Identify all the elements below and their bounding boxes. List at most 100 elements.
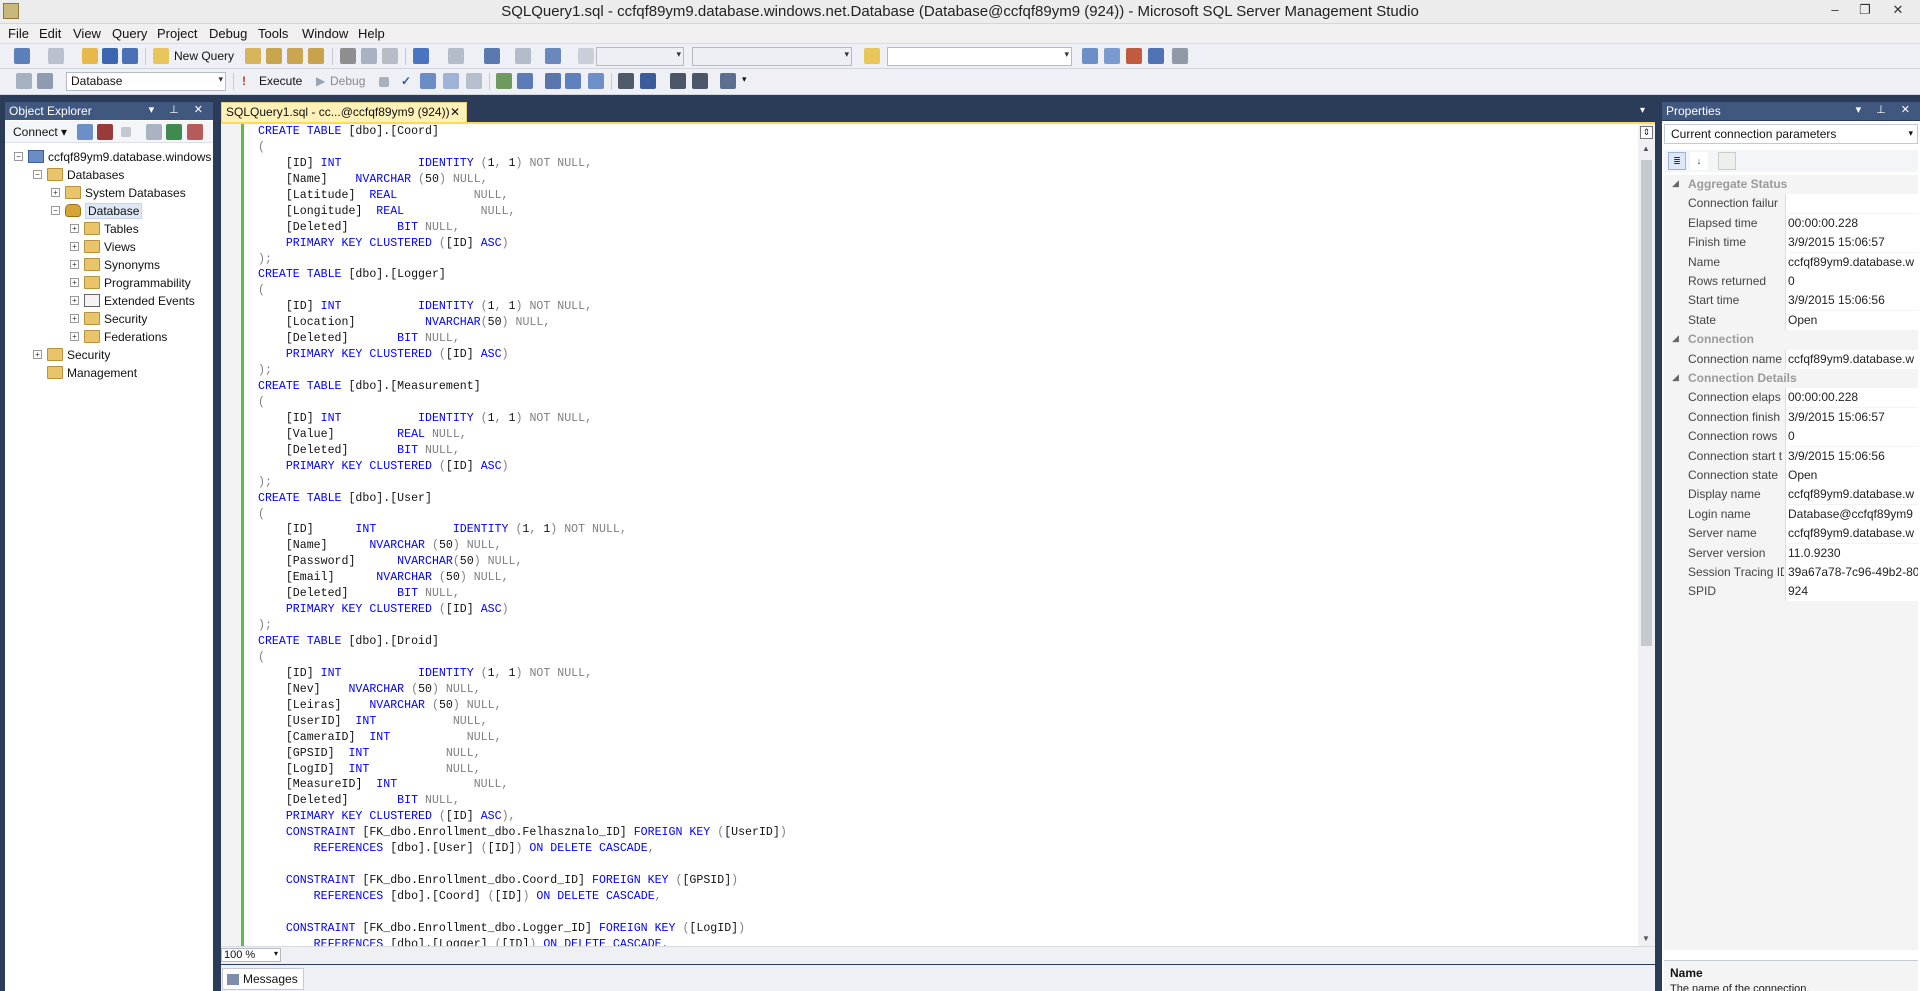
find-combo[interactable]: ▾	[887, 47, 1072, 66]
property-row[interactable]: Connection finish 3/9/2015 15:06:57	[1664, 407, 1918, 427]
stop-icon[interactable]	[121, 127, 131, 137]
property-row[interactable]: Elapsed time 00:00:00.228	[1664, 213, 1918, 233]
collapse-icon[interactable]: −	[33, 170, 42, 180]
menu-file[interactable]: File	[8, 26, 29, 41]
client-stats-icon[interactable]	[588, 73, 604, 89]
menu-edit[interactable]: Edit	[39, 26, 61, 41]
find-icon[interactable]	[864, 48, 880, 64]
menu-view[interactable]: View	[73, 26, 101, 41]
tab-messages[interactable]: Messages	[222, 968, 304, 990]
property-row[interactable]: Connection state Open	[1664, 466, 1918, 485]
tree-node-management[interactable]: Management	[33, 365, 137, 383]
include-plan-icon[interactable]	[565, 73, 581, 89]
sql-code-area[interactable]: CREATE TABLE [dbo].[Coord]( [ID] INT IDE…	[258, 124, 1638, 946]
close-tab-icon[interactable]: ✕	[450, 105, 460, 119]
tab-dropdown-icon[interactable]: ▾	[1640, 105, 1645, 116]
tree-node-views[interactable]: + Views	[70, 239, 136, 257]
menu-tools[interactable]: Tools	[258, 26, 288, 41]
results-to-grid-icon[interactable]	[517, 73, 533, 89]
cancel-query-icon[interactable]	[379, 77, 389, 87]
split-view-icon[interactable]: ⇕	[1640, 126, 1653, 139]
undo-icon[interactable]	[413, 48, 429, 64]
copy-icon[interactable]	[361, 48, 377, 64]
property-row[interactable]: Start time 3/9/2015 15:06:56	[1664, 291, 1918, 311]
start-debugging-icon[interactable]	[578, 48, 594, 64]
navigate-backward-icon[interactable]	[484, 48, 500, 64]
toolbar-overflow-icon[interactable]: ▾	[742, 74, 747, 85]
property-category[interactable]: ◢ Connection Details	[1664, 369, 1918, 388]
property-row[interactable]: SPID 924	[1664, 582, 1918, 602]
intellisense-icon[interactable]	[466, 73, 482, 89]
debug-play-icon[interactable]: ▶	[316, 74, 325, 88]
collapse-icon[interactable]: −	[14, 152, 23, 162]
editor-horizontal-scrollbar[interactable]	[221, 946, 1655, 964]
open-file-icon[interactable]	[82, 48, 98, 64]
toolbar-options-icon[interactable]	[1172, 48, 1188, 64]
collapse-category-icon[interactable]: ◢	[1672, 372, 1679, 383]
execute-button[interactable]: Execute	[259, 74, 302, 88]
tree-node-db-security[interactable]: + Security	[70, 311, 147, 329]
collapse-category-icon[interactable]: ◢	[1672, 178, 1679, 189]
menu-debug[interactable]: Debug	[209, 26, 247, 41]
tree-node-federations[interactable]: + Federations	[70, 329, 167, 347]
property-category[interactable]: ◢ Aggregate Status	[1664, 175, 1918, 194]
available-databases-dropdown[interactable]: Database ▾	[66, 72, 226, 91]
cut-icon[interactable]	[340, 48, 356, 64]
results-to-text-icon[interactable]	[496, 73, 512, 89]
property-row[interactable]: Connection elaps 00:00:00.228	[1664, 388, 1918, 408]
expand-icon[interactable]: +	[70, 314, 79, 324]
menu-query[interactable]: Query	[112, 26, 147, 41]
analysis-query-icon[interactable]	[266, 48, 282, 64]
redo-icon[interactable]	[448, 48, 464, 64]
change-connection-icon[interactable]	[37, 73, 53, 89]
expand-icon[interactable]: +	[70, 224, 79, 234]
tools-icon[interactable]	[1126, 48, 1142, 64]
property-row[interactable]: Connection rows 0	[1664, 427, 1918, 447]
display-plan-icon[interactable]	[420, 73, 436, 89]
navigate-forward-icon[interactable]	[515, 48, 531, 64]
property-row[interactable]: Login name Database@ccfqf89ym9	[1664, 504, 1918, 524]
expand-icon[interactable]: +	[70, 242, 79, 252]
tree-node-database[interactable]: − Database	[51, 202, 143, 221]
results-to-file-icon[interactable]	[545, 73, 561, 89]
solution-platform-dropdown[interactable]: ▾	[692, 47, 852, 66]
refresh-icon[interactable]	[166, 124, 182, 140]
save-icon[interactable]	[102, 48, 118, 64]
query-options-icon[interactable]	[443, 73, 459, 89]
expand-icon[interactable]: +	[33, 350, 42, 360]
tab-sqlquery1[interactable]: SQLQuery1.sql - cc...@ccfqf89ym9 (924)) …	[221, 102, 467, 122]
tree-node-security[interactable]: + Security	[33, 347, 110, 365]
expand-icon[interactable]: +	[70, 296, 79, 306]
categorized-icon[interactable]: ≣	[1668, 152, 1686, 170]
disconnect-icon[interactable]	[97, 124, 113, 140]
property-pages-icon[interactable]	[1718, 152, 1736, 170]
property-row[interactable]: Finish time 3/9/2015 15:06:57	[1664, 233, 1918, 253]
comment-lines-icon[interactable]	[618, 73, 634, 89]
tree-node-databases[interactable]: − Databases	[33, 167, 124, 185]
panel-pin-close-icons[interactable]: ▾ ⊥ ✕	[1856, 103, 1916, 116]
execute-icon[interactable]: !	[242, 74, 246, 88]
tree-node-extended-events[interactable]: + Extended Events	[70, 293, 195, 311]
panel-pin-close-icons[interactable]: ▾ ⊥ ✕	[149, 103, 209, 116]
menu-help[interactable]: Help	[358, 26, 385, 41]
add-item-icon[interactable]	[48, 48, 64, 64]
property-row[interactable]: Connection name ccfqf89ym9.database.w	[1664, 349, 1918, 369]
restore-button[interactable]: ❐	[1852, 0, 1878, 22]
expand-icon[interactable]: +	[70, 332, 79, 342]
tree-node-synonyms[interactable]: + Synonyms	[70, 257, 160, 275]
new-project-icon[interactable]	[14, 48, 30, 64]
properties-object-selector[interactable]: Current connection parameters ▾	[1664, 124, 1918, 144]
property-row[interactable]: Server version 11.0.9230	[1664, 543, 1918, 563]
increase-indent-icon[interactable]	[692, 73, 708, 89]
new-query-button[interactable]: New Query	[174, 49, 234, 63]
expand-icon[interactable]: +	[51, 188, 60, 198]
zoom-dropdown[interactable]: 100 % ▾	[221, 948, 281, 962]
menu-project[interactable]: Project	[157, 26, 197, 41]
connect-dropdown-button[interactable]: Connect ▾	[13, 125, 67, 139]
editor-vertical-scrollbar[interactable]: ⇕ ▲ ▼	[1638, 124, 1655, 946]
xmla-query-icon[interactable]	[308, 48, 324, 64]
property-row[interactable]: State Open	[1664, 310, 1918, 330]
decrease-indent-icon[interactable]	[670, 73, 686, 89]
solution-config-dropdown[interactable]: ▾	[596, 47, 684, 66]
activity-monitor-icon[interactable]	[187, 124, 203, 140]
